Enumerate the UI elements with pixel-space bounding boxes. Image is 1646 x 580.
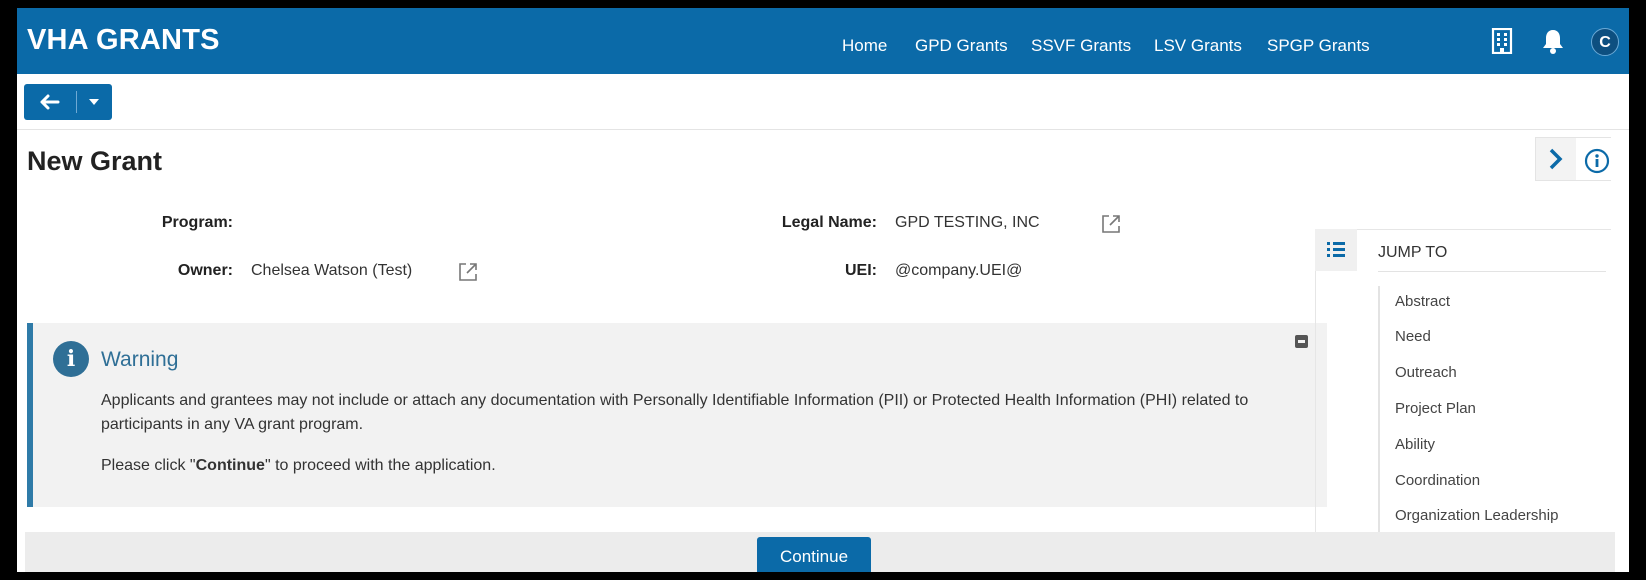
jump-to-title: JUMP TO bbox=[1378, 244, 1448, 261]
owner-value: Chelsea Watson (Test) bbox=[251, 262, 413, 279]
legal-name-label: Legal Name: bbox=[781, 214, 877, 231]
warning-body: Applicants and grantees may not include … bbox=[101, 392, 1249, 433]
jump-item-coordination[interactable]: Coordination bbox=[1395, 472, 1480, 489]
info-icon[interactable] bbox=[1584, 148, 1610, 174]
external-link-icon[interactable] bbox=[1100, 213, 1122, 240]
brand-logo[interactable]: VHA GRANTS bbox=[27, 24, 220, 57]
bell-icon[interactable] bbox=[1541, 28, 1565, 59]
arrow-left-icon bbox=[40, 94, 60, 110]
app-window: VHA GRANTS Home GPD Grants SSVF Grants L… bbox=[17, 8, 1629, 572]
jump-item-project-plan[interactable]: Project Plan bbox=[1395, 400, 1476, 417]
page-title: New Grant bbox=[27, 146, 163, 176]
building-icon[interactable] bbox=[1491, 27, 1513, 59]
uei-value: @company.UEI@ bbox=[895, 262, 1023, 279]
program-label: Program: bbox=[161, 214, 233, 231]
jump-item-outreach[interactable]: Outreach bbox=[1395, 364, 1457, 381]
list-icon[interactable] bbox=[1315, 229, 1357, 271]
uei-label: UEI: bbox=[845, 262, 877, 279]
warning-cta-prefix: Please click " bbox=[101, 457, 196, 474]
back-button[interactable] bbox=[24, 84, 76, 120]
chevron-right-icon[interactable] bbox=[1546, 147, 1566, 176]
navigation-button-group bbox=[24, 84, 112, 120]
warning-cta-bold: Continue bbox=[195, 457, 265, 474]
jump-item-abstract[interactable]: Abstract bbox=[1395, 293, 1450, 310]
screen-frame: VHA GRANTS Home GPD Grants SSVF Grants L… bbox=[0, 0, 1646, 580]
nav-lsv-grants[interactable]: LSV Grants bbox=[1154, 36, 1242, 56]
page-toolbar bbox=[17, 74, 1629, 130]
owner-label: Owner: bbox=[177, 262, 233, 279]
nav-gpd-grants[interactable]: GPD Grants bbox=[915, 36, 1008, 56]
external-link-icon[interactable] bbox=[457, 261, 479, 288]
jump-to-rail bbox=[1378, 286, 1380, 534]
top-navigation-bar: VHA GRANTS Home GPD Grants SSVF Grants L… bbox=[17, 8, 1629, 74]
jump-item-need[interactable]: Need bbox=[1395, 328, 1431, 345]
continue-button[interactable]: Continue bbox=[757, 537, 871, 572]
user-avatar[interactable]: C bbox=[1591, 28, 1619, 56]
history-dropdown-button[interactable] bbox=[77, 84, 112, 120]
nav-home[interactable]: Home bbox=[842, 36, 887, 56]
warning-cta-text: Please click "Continue" to proceed with … bbox=[101, 457, 496, 475]
collapse-icon[interactable] bbox=[1295, 335, 1308, 348]
jump-item-ability[interactable]: Ability bbox=[1395, 436, 1435, 453]
warning-alert: i Warning Applicants and grantees may no… bbox=[27, 323, 1327, 507]
warning-title: Warning bbox=[101, 348, 179, 371]
jump-item-organization-leadership[interactable]: Organization Leadership bbox=[1395, 507, 1558, 524]
side-panel-toggle bbox=[1535, 137, 1612, 181]
nav-ssvf-grants[interactable]: SSVF Grants bbox=[1031, 36, 1131, 56]
caret-down-icon bbox=[89, 99, 99, 105]
nav-spgp-grants[interactable]: SPGP Grants bbox=[1267, 36, 1370, 56]
warning-cta-suffix: " to proceed with the application. bbox=[264, 457, 496, 474]
info-circle-icon: i bbox=[53, 341, 89, 377]
legal-name-value: GPD TESTING, INC bbox=[895, 214, 1040, 231]
jump-to-divider bbox=[1378, 271, 1606, 272]
